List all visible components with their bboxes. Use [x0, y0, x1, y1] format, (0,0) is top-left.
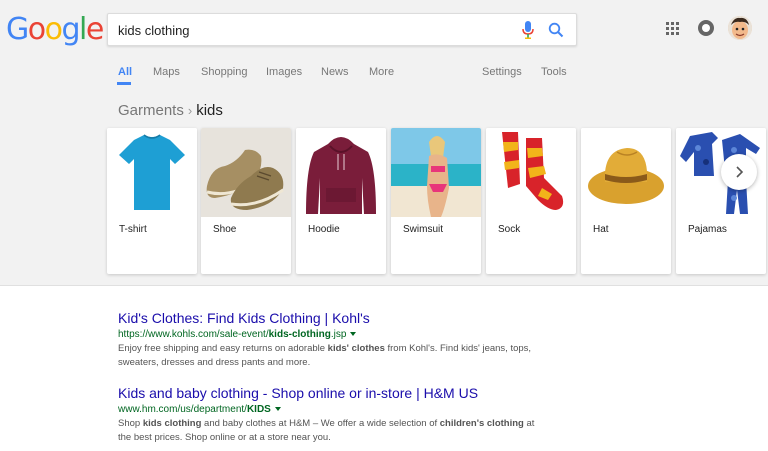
- carousel-item-tshirt[interactable]: T-shirt: [107, 128, 197, 274]
- carousel-item-swimsuit[interactable]: Swimsuit: [391, 128, 481, 274]
- carousel-item-label: Pajamas: [688, 224, 727, 235]
- result-url-suffix: .jsp: [330, 329, 347, 340]
- search-result: Kids and baby clothing - Shop online or …: [118, 385, 548, 444]
- breadcrumb-separator: ›: [187, 103, 193, 118]
- logo-letter: l: [79, 12, 87, 47]
- search-icon[interactable]: [548, 22, 564, 38]
- breadcrumb-current: kids: [196, 102, 223, 119]
- tab-tools[interactable]: Tools: [541, 66, 567, 78]
- carousel-item-sock[interactable]: Sock: [486, 128, 576, 274]
- logo-letter: G: [6, 12, 29, 47]
- result-url[interactable]: https://www.kohls.com/sale-event/kids-cl…: [118, 328, 548, 342]
- carousel-item-label: Swimsuit: [403, 224, 444, 235]
- snippet-highlight: clothes: [351, 343, 385, 354]
- snippet-highlight: kids': [327, 343, 349, 354]
- hat-image: [581, 128, 671, 217]
- active-tab-indicator: [117, 82, 131, 85]
- carousel-item-label: Hoodie: [308, 224, 340, 235]
- logo-letter: g: [61, 12, 80, 47]
- breadcrumb-parent[interactable]: Garments: [118, 102, 184, 119]
- carousel-item-label: Shoe: [213, 224, 237, 235]
- tab-more[interactable]: More: [369, 66, 394, 78]
- carousel-item-label: Sock: [498, 224, 521, 235]
- snippet-text: Enjoy free shipping and easy returns on …: [118, 343, 328, 354]
- notifications-icon[interactable]: [698, 20, 714, 36]
- tab-images[interactable]: Images: [266, 66, 302, 78]
- carousel-item-hoodie[interactable]: Hoodie: [296, 128, 386, 274]
- carousel-item-label: T-shirt: [119, 224, 147, 235]
- swimsuit-image: [391, 128, 481, 217]
- logo-letter: o: [44, 12, 63, 47]
- carousel-item-pajamas[interactable]: Pajamas: [676, 128, 766, 274]
- result-url-prefix: https://www.kohls.com/sale-event/: [118, 329, 269, 340]
- snippet-text: Shop: [118, 418, 143, 429]
- avatar-face-icon: [728, 16, 752, 40]
- logo-letter: e: [85, 12, 104, 47]
- snippet-highlight: kids clothing: [142, 418, 202, 429]
- result-url-highlight: KIDS: [246, 404, 271, 415]
- apps-grid-icon[interactable]: [666, 22, 679, 35]
- result-title-link[interactable]: Kid's Clothes: Find Kids Clothing | Kohl…: [118, 310, 548, 327]
- result-url[interactable]: www.hm.com/us/department/KIDS: [118, 403, 548, 417]
- sock-image: [486, 128, 576, 217]
- search-result: Kid's Clothes: Find Kids Clothing | Kohl…: [118, 310, 548, 369]
- result-title-link[interactable]: Kids and baby clothing - Shop online or …: [118, 385, 548, 402]
- result-url-highlight: kids-clothing: [268, 329, 331, 340]
- carousel-item-hat[interactable]: Hat: [581, 128, 671, 274]
- hoodie-image: [296, 128, 386, 217]
- caret-down-icon[interactable]: [274, 407, 281, 412]
- search-box: [107, 13, 577, 46]
- tshirt-image: [107, 128, 197, 217]
- caret-down-icon[interactable]: [350, 332, 357, 337]
- tab-settings[interactable]: Settings: [482, 66, 522, 78]
- breadcrumb: Garments › kids: [118, 102, 223, 119]
- result-snippet: Enjoy free shipping and easy returns on …: [118, 342, 548, 369]
- avatar[interactable]: [728, 16, 752, 40]
- snippet-text: and baby clothes at H&M – We offer a wid…: [201, 418, 440, 429]
- result-url-prefix: www.hm.com/us/department/: [118, 404, 247, 415]
- snippet-highlight: children's clothing: [439, 418, 524, 429]
- google-logo[interactable]: Google: [6, 12, 104, 48]
- tab-news[interactable]: News: [321, 66, 349, 78]
- carousel-next-button[interactable]: [721, 154, 757, 190]
- tab-all[interactable]: All: [118, 66, 132, 78]
- tab-maps[interactable]: Maps: [153, 66, 180, 78]
- carousel-item-label: Hat: [593, 224, 609, 235]
- search-header-area: Google All Maps Shopp: [0, 0, 768, 286]
- tab-shopping[interactable]: Shopping: [201, 66, 248, 78]
- search-input[interactable]: [118, 21, 498, 39]
- logo-letter: o: [27, 12, 46, 47]
- carousel-item-shoe[interactable]: Shoe: [201, 128, 291, 274]
- chevron-right-icon: [736, 166, 744, 178]
- shoe-image: [201, 128, 291, 217]
- result-snippet: Shop kids clothing and baby clothes at H…: [118, 417, 548, 444]
- microphone-icon[interactable]: [522, 21, 534, 39]
